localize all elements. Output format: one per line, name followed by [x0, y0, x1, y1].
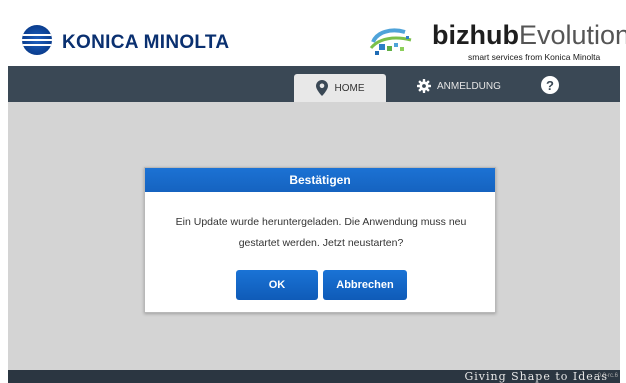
- brand-name: KONICA MINOLTA: [62, 32, 230, 53]
- confirm-dialog: Bestätigen Ein Update wurde heruntergela…: [144, 167, 496, 313]
- tab-login-label: ANMELDUNG: [437, 80, 501, 92]
- product-title-bold: bizhub: [432, 20, 519, 50]
- app-version: 0.0-rc.6: [597, 373, 618, 379]
- dialog-message: Ein Update wurde heruntergeladen. Die An…: [175, 216, 467, 249]
- app-frame: KONICA MINOLTA bizhubEvolution smart ser…: [0, 0, 626, 383]
- nav-bar: HOME ANMELDUNG ?: [8, 66, 620, 102]
- konica-minolta-logo-icon: [22, 25, 52, 55]
- product-title: bizhubEvolution: [432, 20, 626, 51]
- tab-home-label: HOME: [334, 82, 365, 94]
- map-pin-icon: [315, 80, 328, 96]
- ok-button[interactable]: OK: [236, 270, 318, 300]
- footer-slogan: Giving Shape to Ideas: [464, 370, 608, 383]
- dialog-title: Bestätigen: [289, 173, 351, 187]
- tab-login[interactable]: ANMELDUNG: [417, 79, 501, 93]
- bizhub-logo-icon: [369, 28, 412, 55]
- cancel-button[interactable]: Abbrechen: [323, 270, 407, 300]
- question-icon: ?: [546, 77, 554, 93]
- product-tagline: smart services from Konica Minolta: [468, 52, 601, 62]
- app-header: KONICA MINOLTA bizhubEvolution smart ser…: [8, 12, 626, 66]
- help-button[interactable]: ?: [541, 76, 559, 94]
- tab-home[interactable]: HOME: [294, 74, 386, 102]
- gear-icon: [417, 79, 431, 93]
- product-title-light: Evolution: [518, 20, 626, 50]
- app-footer: Giving Shape to Ideas 0.0-rc.6: [8, 370, 620, 383]
- dialog-header: Bestätigen: [145, 168, 495, 192]
